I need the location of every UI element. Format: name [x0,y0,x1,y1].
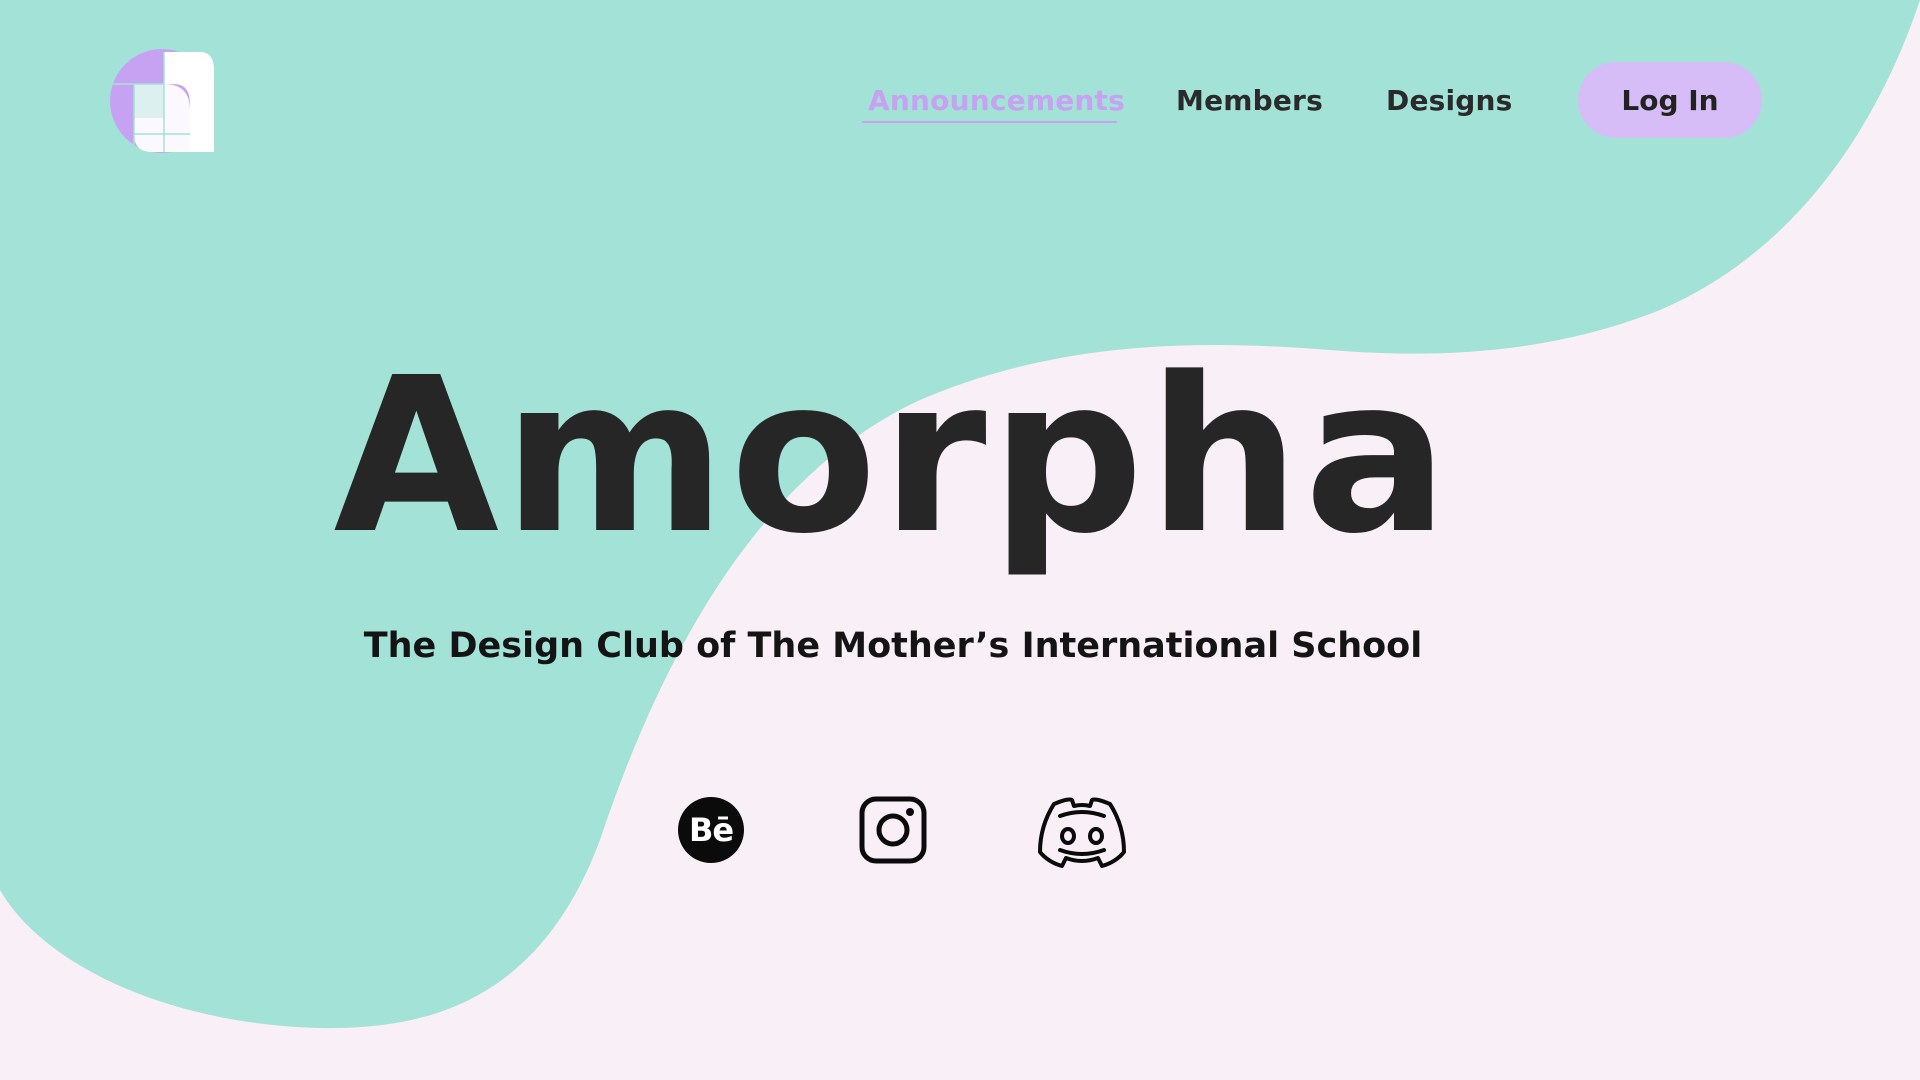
nav-announcements[interactable]: Announcements [868,84,1125,117]
nav-active-underline [862,121,1117,123]
discord-icon [1038,797,1126,868]
instagram-icon [859,796,927,864]
behance-icon: Bē [678,797,744,863]
login-button[interactable]: Log In [1578,62,1762,138]
discord-link[interactable] [1034,790,1130,870]
hero-subtitle: The Design Club of The Mother’s Internat… [363,626,1423,666]
hero-title: Amorpha [333,332,1453,581]
behance-link[interactable]: Bē [678,790,746,870]
nav-designs[interactable]: Designs [1386,84,1513,117]
instagram-link[interactable] [858,790,928,870]
nav-members[interactable]: Members [1176,84,1323,117]
top-nav: Announcements Members Designs Log In [0,62,1920,142]
page: Announcements Members Designs Log In Amo… [0,0,1920,1080]
